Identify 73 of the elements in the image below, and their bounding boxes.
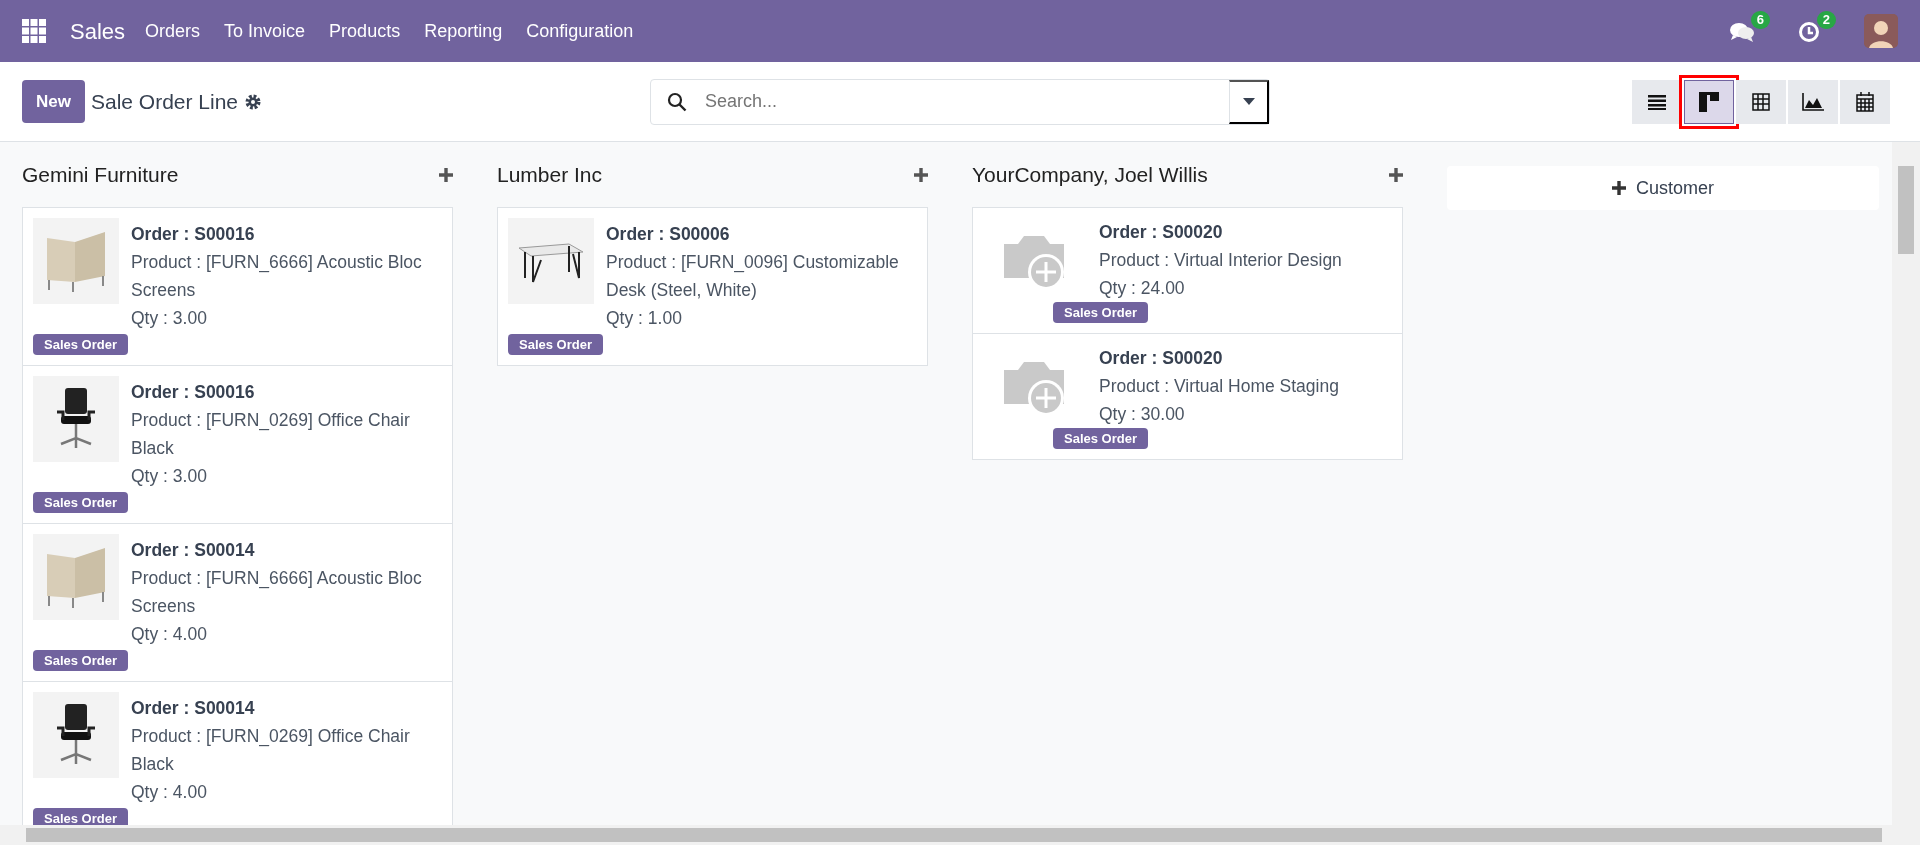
kanban-card[interactable]: Order : S00014 Product : [FURN_6666] Acoustic Bloc Screens Qty : 4.00 Sales Order [22, 523, 453, 682]
menu-link[interactable]: To Invoice [212, 17, 318, 45]
pivot-view-icon [1752, 92, 1770, 111]
order-number: Order : S00020 [1099, 347, 1224, 370]
product-name: Product : [FURN_0096] Customizable Desk (Steel, White) [606, 251, 900, 302]
order-number: Order : S00006 [606, 223, 731, 246]
quantity: Qty : 4.00 [131, 781, 208, 804]
add-icon[interactable] [1389, 168, 1403, 182]
product-name: Product : Virtual Interior Design [1099, 249, 1342, 272]
order-number: Order : S00016 [131, 381, 256, 404]
page-title: Sale Order Line [90, 88, 239, 115]
order-number: Order : S00014 [131, 539, 256, 562]
kanban-card[interactable]: Order : S00020 Product : Virtual Interior Design Qty : 24.00 Sales Order [972, 207, 1403, 334]
view-switch-button[interactable] [1632, 79, 1682, 124]
kanban-card[interactable]: Order : S00020 Product : Virtual Home Staging Qty : 30.00 Sales Order [972, 333, 1403, 460]
menu-link[interactable]: Reporting [412, 17, 515, 45]
area-chart-icon [1802, 92, 1824, 111]
column-title: Gemini Furniture [22, 162, 179, 189]
menu-link[interactable]: Orders [133, 17, 213, 45]
kanban-card[interactable]: Order : S00016 Product : [FURN_6666] Acoustic Bloc Screens Qty : 3.00 Sales Order [22, 207, 453, 366]
new-button[interactable]: New [22, 79, 85, 124]
quantity: Qty : 1.00 [606, 307, 683, 330]
order-number: Order : S00014 [131, 697, 256, 720]
add-icon[interactable] [914, 168, 928, 182]
user-avatar[interactable] [1864, 14, 1898, 48]
kanban-card[interactable]: Order : S00016 Product : [FURN_0269] Office Chair Black Qty : 3.00 Sales Order [22, 365, 453, 524]
search-options-toggle[interactable] [1229, 79, 1269, 124]
kanban-view-icon [1699, 91, 1719, 112]
view-switch-button[interactable] [1788, 79, 1838, 124]
message-count-badge: 6 [1750, 11, 1770, 29]
search-icon [667, 91, 687, 112]
sales-order-tag: Sales Order [508, 334, 603, 355]
list-view-icon [1648, 93, 1666, 110]
add-customer-column-button[interactable]: Customer [1447, 166, 1879, 210]
chat-icon[interactable] [1730, 20, 1754, 43]
plus-icon [1612, 181, 1626, 195]
settings-icon[interactable] [244, 92, 263, 111]
product-name: Product : [FURN_0269] Office Chair Black [131, 409, 411, 460]
caret-icon [1242, 98, 1255, 105]
sales-order-tag: Sales Order [33, 492, 128, 513]
sales-order-tag: Sales Order [33, 334, 128, 355]
sales-order-tag: Sales Order [33, 650, 128, 671]
menu-link[interactable]: Products [317, 17, 413, 45]
product-name: Product : Virtual Home Staging [1099, 375, 1339, 398]
quantity: Qty : 30.00 [1099, 403, 1186, 426]
add-icon[interactable] [439, 168, 453, 182]
clock-icon[interactable] [1798, 20, 1820, 43]
product-name: Product : [FURN_0269] Office Chair Black [131, 725, 411, 776]
apps-menu-icon[interactable] [22, 19, 46, 43]
view-switch-button[interactable] [1736, 79, 1786, 124]
kanban-card[interactable]: Order : S00006 Product : [FURN_0096] Customizable Desk (Steel, White) Qty : 1.00 Sales Order [497, 207, 928, 366]
column-title: Lumber Inc [497, 162, 603, 189]
menu-link[interactable]: Configuration [514, 17, 646, 45]
quantity: Qty : 3.00 [131, 307, 208, 330]
sales-order-tag: Sales Order [1053, 428, 1148, 449]
product-name: Product : [FURN_6666] Acoustic Bloc Screens [131, 251, 423, 302]
order-number: Order : S00020 [1099, 221, 1224, 244]
sales-order-tag: Sales Order [1053, 302, 1148, 323]
vertical-scrollbar[interactable] [1892, 142, 1920, 825]
activity-count-badge: 2 [1816, 11, 1836, 29]
calendar-icon [1856, 91, 1874, 112]
horizontal-scrollbar[interactable] [0, 825, 1920, 845]
view-switch-button[interactable] [1840, 79, 1890, 124]
kanban-card[interactable]: Order : S00014 Product : [FURN_0269] Office Chair Black Qty : 4.00 Sales Order [22, 681, 453, 825]
search-bar[interactable]: Search... [650, 78, 1270, 125]
product-name: Product : [FURN_6666] Acoustic Bloc Screens [131, 567, 423, 618]
quantity: Qty : 3.00 [131, 465, 208, 488]
quantity: Qty : 24.00 [1099, 277, 1186, 300]
sales-order-tag: Sales Order [33, 808, 128, 825]
order-number: Order : S00016 [131, 223, 256, 246]
app-name-link[interactable]: Sales [70, 14, 126, 48]
quantity: Qty : 4.00 [131, 623, 208, 646]
column-title: YourCompany, Joel Willis [972, 162, 1208, 189]
